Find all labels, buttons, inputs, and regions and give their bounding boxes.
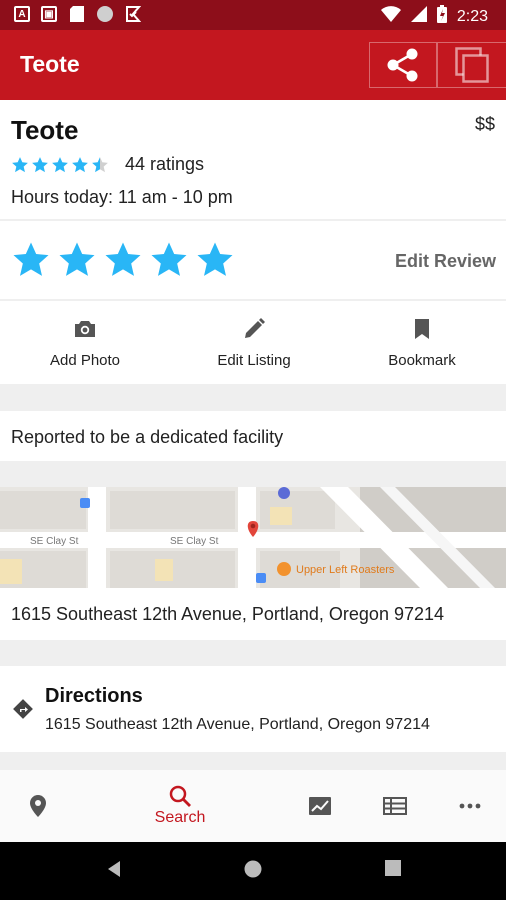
camera-icon	[75, 321, 95, 337]
share-button[interactable]	[369, 42, 437, 88]
ratings-count: 44 ratings	[125, 154, 205, 174]
rating-star-icon	[32, 156, 48, 172]
add-photo-button[interactable]: Add Photo	[15, 316, 155, 369]
map-street-label: SE Clay St	[170, 536, 219, 547]
table-list-icon	[383, 797, 407, 815]
directions-address: 1615 Southeast 12th Avenue, Portland, Or…	[45, 716, 430, 733]
app-bar: Teote	[0, 30, 506, 100]
edit-listing-label: Edit Listing	[217, 352, 291, 369]
circle-icon	[97, 6, 113, 22]
rating-star-icon	[72, 156, 88, 172]
rating-row: 44 ratings	[11, 154, 204, 175]
recents-icon[interactable]	[385, 860, 401, 876]
directions-icon	[13, 699, 33, 719]
rating-stars	[11, 156, 109, 174]
pencil-icon	[245, 318, 265, 338]
address-card: 1615 Southeast 12th Avenue, Portland, Or…	[0, 588, 506, 640]
add-photo-label: Add Photo	[49, 352, 121, 369]
user-star-icon	[151, 242, 187, 276]
bottom-navigation: Search	[0, 770, 506, 842]
directions-title: Directions	[45, 685, 143, 707]
battery-icon	[436, 5, 447, 28]
directions-card[interactable]: Directions 1615 Southeast 12th Avenue, P…	[0, 666, 506, 752]
location-pin-icon	[30, 795, 46, 817]
review-card: Edit Review	[0, 221, 506, 299]
user-rating-stars[interactable]	[11, 240, 235, 280]
address-text: 1615 Southeast 12th Avenue, Portland, Or…	[11, 604, 445, 624]
map-graphic: SE Clay St SE Clay St Upper Left Roaster…	[0, 487, 506, 588]
back-icon[interactable]	[106, 860, 122, 878]
copy-button[interactable]	[437, 42, 506, 88]
user-star-icon	[13, 242, 49, 276]
bookmark-icon	[415, 319, 429, 339]
place-header-card: Teote $$ 44 ratings Hours today: 11 am -…	[0, 100, 506, 219]
share-icon	[387, 48, 418, 82]
user-star-icon	[105, 242, 141, 276]
rating-star-icon	[12, 156, 28, 172]
wifi-icon	[380, 6, 401, 27]
hours-today: Hours today: 11 am - 10 pm	[11, 187, 233, 207]
facility-note-card: Reported to be a dedicated facility	[0, 411, 506, 461]
nav-map[interactable]	[16, 770, 60, 842]
trending-chart-icon	[309, 797, 331, 815]
status-bar: A ▣ 2:23	[0, 0, 506, 30]
status-time: 2:23	[456, 7, 488, 25]
nav-search-label: Search	[154, 809, 206, 826]
edit-review-button[interactable]: Edit Review	[395, 251, 496, 272]
download-check-icon	[124, 5, 142, 23]
search-icon	[169, 785, 191, 807]
user-star-icon	[197, 242, 233, 276]
map-street-label: SE Clay St	[30, 536, 79, 547]
facility-note: Reported to be a dedicated facility	[11, 427, 284, 447]
map-view[interactable]: SE Clay St SE Clay St Upper Left Roaster…	[0, 487, 506, 588]
bookmark-label: Bookmark	[388, 352, 456, 369]
map-poi-label: Upper Left Roasters	[296, 564, 395, 576]
actions-card: Add Photo Edit Listing Bookmark	[0, 301, 506, 384]
edit-listing-button[interactable]: Edit Listing	[184, 316, 324, 369]
home-icon[interactable]	[244, 860, 262, 878]
nav-more[interactable]	[448, 770, 492, 842]
sd-card-icon	[68, 5, 86, 23]
app-title: Teote	[20, 51, 80, 77]
user-star-icon	[59, 242, 95, 276]
system-navigation-bar	[0, 842, 506, 900]
nav-trending[interactable]	[298, 770, 342, 842]
nav-list[interactable]	[373, 770, 417, 842]
more-dots-icon	[459, 803, 481, 809]
a-box-icon: A	[14, 6, 30, 22]
place-name: Teote	[11, 115, 79, 145]
price-level: $$	[474, 114, 495, 134]
bookmark-button[interactable]: Bookmark	[352, 316, 492, 369]
signal-icon	[410, 6, 427, 27]
nav-search[interactable]: Search	[140, 770, 220, 842]
copy-icon	[455, 47, 489, 83]
image-box-icon: ▣	[41, 6, 57, 22]
rating-star-icon	[52, 156, 68, 172]
rating-star-icon	[92, 156, 108, 172]
